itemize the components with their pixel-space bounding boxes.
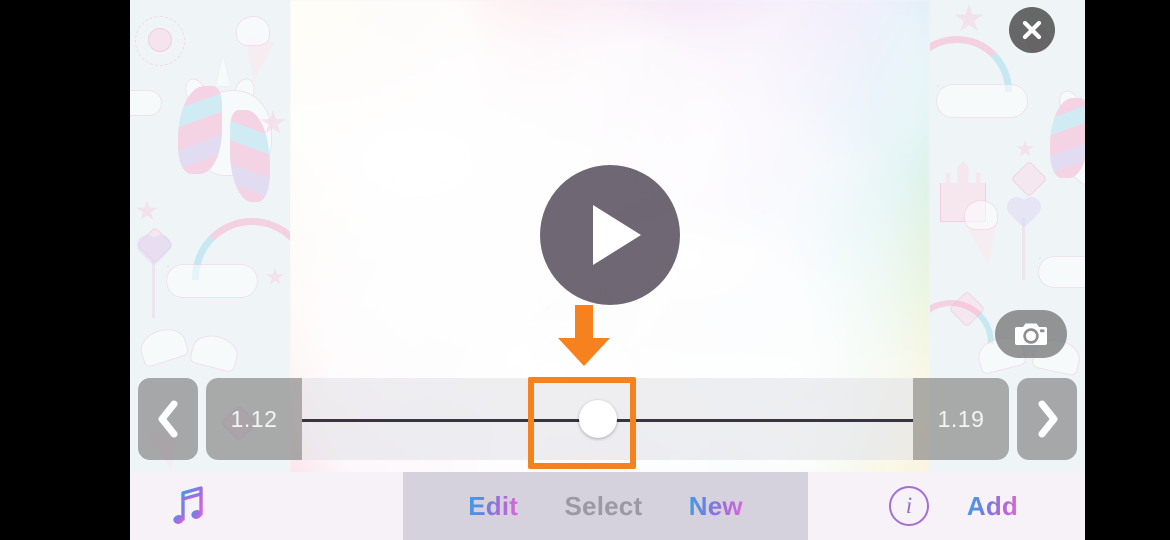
heart-doodle bbox=[139, 237, 169, 267]
toolbar-middle-section: Edit Select New bbox=[403, 472, 808, 540]
info-button[interactable]: i bbox=[888, 486, 929, 526]
music-note-icon[interactable] bbox=[170, 485, 208, 527]
screenshot-root: 1.12 1.19 Edit Select New i Add bbox=[0, 0, 1170, 540]
unicorn-doodle bbox=[172, 56, 282, 202]
chevron-right-icon bbox=[1038, 400, 1058, 438]
letterbox-bar-right bbox=[1085, 0, 1170, 540]
end-time-label: 1.19 bbox=[937, 405, 985, 432]
next-button[interactable] bbox=[1017, 378, 1077, 460]
phone-viewport: 1.12 1.19 bbox=[130, 0, 1085, 540]
camera-button[interactable] bbox=[995, 310, 1067, 358]
new-button[interactable]: New bbox=[689, 491, 743, 522]
add-button[interactable]: Add bbox=[967, 491, 1018, 522]
shell-doodle-2 bbox=[188, 330, 242, 374]
bottom-toolbar: Edit Select New i Add bbox=[130, 472, 1085, 540]
start-time-label: 1.12 bbox=[230, 405, 278, 432]
heart-doodle-2 bbox=[1009, 199, 1039, 229]
chevron-left-icon bbox=[158, 400, 178, 438]
slider-thumb[interactable] bbox=[579, 400, 618, 438]
sun-rays-doodle bbox=[135, 16, 185, 66]
cloud-doodle-2 bbox=[166, 264, 258, 298]
shell-doodle bbox=[136, 323, 190, 369]
slider-track-area[interactable] bbox=[302, 378, 913, 460]
toolbar-right-section: i Add bbox=[808, 472, 1085, 540]
select-button[interactable]: Select bbox=[565, 491, 643, 522]
diamond-doodle-3 bbox=[1010, 160, 1048, 198]
star-doodle bbox=[136, 200, 158, 221]
star-doodle-4 bbox=[954, 4, 984, 32]
cloud-doodle-4 bbox=[1038, 256, 1085, 288]
edit-button[interactable]: Edit bbox=[468, 491, 518, 522]
timeline-slider-row: 1.12 1.19 bbox=[130, 378, 1085, 460]
unicorn-doodle-2 bbox=[1048, 72, 1085, 192]
previous-button[interactable] bbox=[138, 378, 198, 460]
rainbow-doodle-3 bbox=[930, 300, 994, 344]
ice-cream-scoop-doodle bbox=[236, 16, 270, 46]
cloud-doodle bbox=[130, 90, 162, 116]
letterbox-bar-left bbox=[0, 0, 130, 540]
info-label: i bbox=[905, 493, 913, 518]
play-icon bbox=[593, 205, 641, 265]
ice-cream-scoop-doodle-2 bbox=[964, 200, 998, 230]
end-time-chip[interactable]: 1.19 bbox=[913, 378, 1009, 460]
magic-wand-doodle bbox=[152, 260, 155, 318]
play-button[interactable] bbox=[540, 165, 680, 305]
star-doodle-5 bbox=[1016, 140, 1034, 157]
camera-icon bbox=[1015, 323, 1047, 345]
cloud-doodle-3 bbox=[936, 84, 1028, 118]
close-icon bbox=[1022, 20, 1042, 40]
start-time-chip[interactable]: 1.12 bbox=[206, 378, 302, 460]
toolbar-left-section bbox=[130, 472, 403, 540]
close-button[interactable] bbox=[1009, 7, 1055, 53]
